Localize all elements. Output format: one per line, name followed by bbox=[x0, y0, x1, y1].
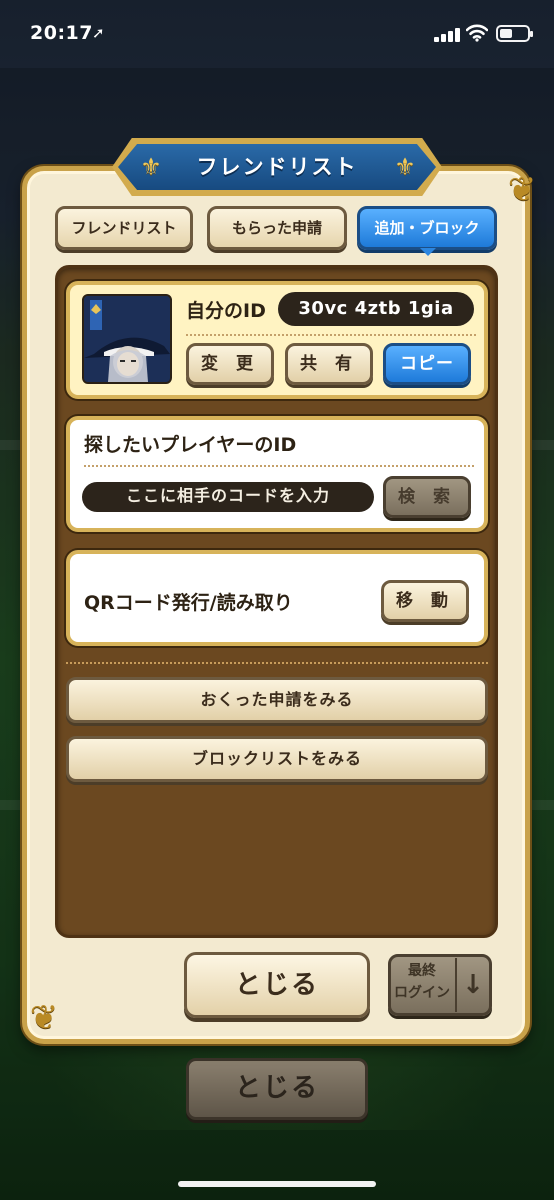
block-list-button[interactable]: ブロックリストをみる bbox=[66, 736, 488, 782]
sort-last-login-label: 最終 ログイン bbox=[394, 963, 450, 1001]
background-close-button[interactable]: とじる bbox=[186, 1058, 368, 1120]
search-button[interactable]: 検 索 bbox=[383, 476, 471, 518]
avatar bbox=[82, 294, 172, 384]
sent-requests-button[interactable]: おくった申請をみる bbox=[66, 677, 488, 723]
tab-received-requests[interactable]: もらった申請 bbox=[207, 206, 347, 250]
divider bbox=[455, 958, 457, 1012]
change-id-button[interactable]: 変 更 bbox=[186, 343, 274, 385]
battery-level bbox=[500, 29, 512, 38]
tab-friend-list[interactable]: フレンドリスト bbox=[55, 206, 193, 250]
ornament-corner-icon: ❦ bbox=[29, 998, 59, 1038]
divider bbox=[84, 465, 474, 467]
my-id-value: 30vc 4ztb 1gia bbox=[278, 292, 474, 326]
search-player-label: 探したいプレイヤーのID bbox=[84, 434, 297, 456]
player-portrait-icon bbox=[84, 296, 170, 382]
status-bar: 20:17 ➚ bbox=[0, 0, 554, 68]
arrow-down-icon[interactable]: ↓ bbox=[458, 960, 488, 1010]
home-indicator[interactable] bbox=[178, 1181, 376, 1187]
tab-add-block[interactable]: 追加・ブロック bbox=[357, 206, 497, 250]
share-id-button[interactable]: 共 有 bbox=[285, 343, 373, 385]
divider bbox=[66, 662, 488, 664]
dialog-title: フレンドリスト bbox=[196, 155, 358, 179]
friend-code-input[interactable] bbox=[82, 482, 374, 512]
status-time: 20:17 bbox=[30, 22, 93, 44]
qr-move-button[interactable]: 移 動 bbox=[381, 580, 469, 622]
wifi-icon bbox=[466, 24, 488, 42]
ornament-corner-icon: ❦ bbox=[507, 170, 537, 210]
close-button[interactable]: とじる bbox=[184, 952, 370, 1018]
location-arrow-icon: ➚ bbox=[92, 24, 105, 42]
copy-id-button[interactable]: コピー bbox=[383, 343, 471, 385]
my-id-label: 自分のID bbox=[186, 300, 266, 322]
battery-icon bbox=[496, 25, 533, 42]
active-tab-pointer bbox=[420, 248, 436, 256]
qr-code-label: QRコード発行/読み取り bbox=[84, 592, 293, 614]
divider bbox=[186, 334, 476, 336]
cellular-signal-icon bbox=[434, 28, 460, 42]
